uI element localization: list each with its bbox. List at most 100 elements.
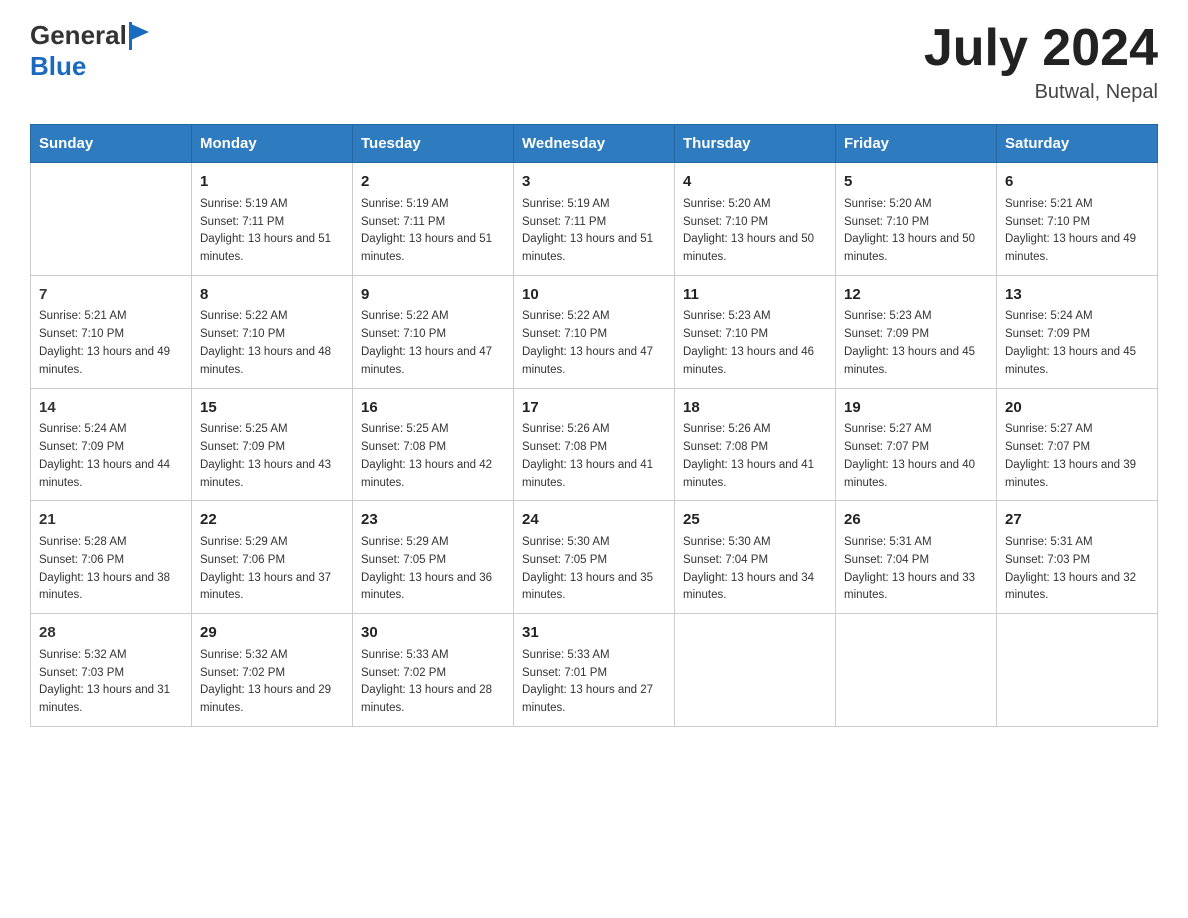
col-friday: Friday [836,125,997,163]
calendar-cell-w1-d5: 4Sunrise: 5:20 AMSunset: 7:10 PMDaylight… [675,163,836,276]
calendar-cell-w3-d1: 14Sunrise: 5:24 AMSunset: 7:09 PMDayligh… [31,388,192,501]
calendar-cell-w2-d2: 8Sunrise: 5:22 AMSunset: 7:10 PMDaylight… [192,275,353,388]
day-number: 24 [522,509,666,532]
day-info: Sunrise: 5:33 AMSunset: 7:02 PMDaylight:… [361,647,505,718]
day-number: 26 [844,509,988,532]
day-number: 10 [522,284,666,307]
day-info: Sunrise: 5:21 AMSunset: 7:10 PMDaylight:… [1005,196,1149,267]
day-info: Sunrise: 5:29 AMSunset: 7:06 PMDaylight:… [200,534,344,605]
col-monday: Monday [192,125,353,163]
day-info: Sunrise: 5:21 AMSunset: 7:10 PMDaylight:… [39,308,183,379]
calendar-cell-w1-d4: 3Sunrise: 5:19 AMSunset: 7:11 PMDaylight… [514,163,675,276]
day-info: Sunrise: 5:19 AMSunset: 7:11 PMDaylight:… [361,196,505,267]
day-number: 30 [361,622,505,645]
day-info: Sunrise: 5:22 AMSunset: 7:10 PMDaylight:… [200,308,344,379]
title-section: July 2024 Butwal, Nepal [924,20,1158,104]
day-info: Sunrise: 5:30 AMSunset: 7:04 PMDaylight:… [683,534,827,605]
calendar-cell-w4-d2: 22Sunrise: 5:29 AMSunset: 7:06 PMDayligh… [192,501,353,614]
calendar-cell-w4-d5: 25Sunrise: 5:30 AMSunset: 7:04 PMDayligh… [675,501,836,614]
day-number: 18 [683,397,827,420]
col-thursday: Thursday [675,125,836,163]
calendar-cell-w4-d6: 26Sunrise: 5:31 AMSunset: 7:04 PMDayligh… [836,501,997,614]
day-info: Sunrise: 5:20 AMSunset: 7:10 PMDaylight:… [683,196,827,267]
day-info: Sunrise: 5:24 AMSunset: 7:09 PMDaylight:… [39,421,183,492]
day-info: Sunrise: 5:31 AMSunset: 7:03 PMDaylight:… [1005,534,1149,605]
day-number: 15 [200,397,344,420]
day-number: 7 [39,284,183,307]
day-info: Sunrise: 5:29 AMSunset: 7:05 PMDaylight:… [361,534,505,605]
col-sunday: Sunday [31,125,192,163]
calendar-cell-w3-d7: 20Sunrise: 5:27 AMSunset: 7:07 PMDayligh… [997,388,1158,501]
calendar-cell-w2-d5: 11Sunrise: 5:23 AMSunset: 7:10 PMDayligh… [675,275,836,388]
calendar-cell-w1-d7: 6Sunrise: 5:21 AMSunset: 7:10 PMDaylight… [997,163,1158,276]
calendar-cell-w2-d1: 7Sunrise: 5:21 AMSunset: 7:10 PMDaylight… [31,275,192,388]
calendar-cell-w3-d2: 15Sunrise: 5:25 AMSunset: 7:09 PMDayligh… [192,388,353,501]
logo: General Blue [30,20,151,82]
calendar-cell-w5-d2: 29Sunrise: 5:32 AMSunset: 7:02 PMDayligh… [192,614,353,727]
day-info: Sunrise: 5:23 AMSunset: 7:10 PMDaylight:… [683,308,827,379]
day-number: 22 [200,509,344,532]
day-info: Sunrise: 5:25 AMSunset: 7:08 PMDaylight:… [361,421,505,492]
day-info: Sunrise: 5:19 AMSunset: 7:11 PMDaylight:… [522,196,666,267]
col-saturday: Saturday [997,125,1158,163]
day-info: Sunrise: 5:27 AMSunset: 7:07 PMDaylight:… [1005,421,1149,492]
month-year-title: July 2024 [924,20,1158,77]
calendar-cell-w3-d3: 16Sunrise: 5:25 AMSunset: 7:08 PMDayligh… [353,388,514,501]
calendar-cell-w5-d3: 30Sunrise: 5:33 AMSunset: 7:02 PMDayligh… [353,614,514,727]
calendar-cell-w4-d3: 23Sunrise: 5:29 AMSunset: 7:05 PMDayligh… [353,501,514,614]
day-number: 21 [39,509,183,532]
day-number: 17 [522,397,666,420]
day-number: 28 [39,622,183,645]
day-info: Sunrise: 5:33 AMSunset: 7:01 PMDaylight:… [522,647,666,718]
calendar-cell-w3-d4: 17Sunrise: 5:26 AMSunset: 7:08 PMDayligh… [514,388,675,501]
day-number: 25 [683,509,827,532]
day-number: 6 [1005,171,1149,194]
calendar-cell-w1-d1 [31,163,192,276]
day-number: 20 [1005,397,1149,420]
calendar-cell-w5-d6 [836,614,997,727]
calendar-cell-w4-d1: 21Sunrise: 5:28 AMSunset: 7:06 PMDayligh… [31,501,192,614]
calendar-cell-w2-d7: 13Sunrise: 5:24 AMSunset: 7:09 PMDayligh… [997,275,1158,388]
day-info: Sunrise: 5:22 AMSunset: 7:10 PMDaylight:… [361,308,505,379]
calendar-cell-w2-d6: 12Sunrise: 5:23 AMSunset: 7:09 PMDayligh… [836,275,997,388]
calendar-cell-w1-d2: 1Sunrise: 5:19 AMSunset: 7:11 PMDaylight… [192,163,353,276]
day-info: Sunrise: 5:30 AMSunset: 7:05 PMDaylight:… [522,534,666,605]
day-info: Sunrise: 5:27 AMSunset: 7:07 PMDaylight:… [844,421,988,492]
day-number: 12 [844,284,988,307]
day-info: Sunrise: 5:32 AMSunset: 7:02 PMDaylight:… [200,647,344,718]
week-row-2: 7Sunrise: 5:21 AMSunset: 7:10 PMDaylight… [31,275,1158,388]
calendar-cell-w4-d7: 27Sunrise: 5:31 AMSunset: 7:03 PMDayligh… [997,501,1158,614]
calendar-table: Sunday Monday Tuesday Wednesday Thursday… [30,124,1158,727]
day-number: 2 [361,171,505,194]
calendar-cell-w3-d5: 18Sunrise: 5:26 AMSunset: 7:08 PMDayligh… [675,388,836,501]
day-number: 1 [200,171,344,194]
logo-flag-icon [129,22,151,50]
logo-general-text: General [30,20,127,51]
day-number: 5 [844,171,988,194]
day-number: 29 [200,622,344,645]
calendar-cell-w2-d3: 9Sunrise: 5:22 AMSunset: 7:10 PMDaylight… [353,275,514,388]
calendar-cell-w1-d6: 5Sunrise: 5:20 AMSunset: 7:10 PMDaylight… [836,163,997,276]
day-info: Sunrise: 5:19 AMSunset: 7:11 PMDaylight:… [200,196,344,267]
week-row-4: 21Sunrise: 5:28 AMSunset: 7:06 PMDayligh… [31,501,1158,614]
calendar-cell-w3-d6: 19Sunrise: 5:27 AMSunset: 7:07 PMDayligh… [836,388,997,501]
day-info: Sunrise: 5:31 AMSunset: 7:04 PMDaylight:… [844,534,988,605]
day-number: 11 [683,284,827,307]
day-info: Sunrise: 5:26 AMSunset: 7:08 PMDaylight:… [522,421,666,492]
calendar-cell-w5-d1: 28Sunrise: 5:32 AMSunset: 7:03 PMDayligh… [31,614,192,727]
day-number: 9 [361,284,505,307]
page-header: General Blue July 2024 Butwal, Nepal [30,20,1158,104]
calendar-cell-w1-d3: 2Sunrise: 5:19 AMSunset: 7:11 PMDaylight… [353,163,514,276]
week-row-5: 28Sunrise: 5:32 AMSunset: 7:03 PMDayligh… [31,614,1158,727]
logo-blue-text: Blue [30,51,86,82]
day-info: Sunrise: 5:26 AMSunset: 7:08 PMDaylight:… [683,421,827,492]
col-tuesday: Tuesday [353,125,514,163]
day-number: 4 [683,171,827,194]
calendar-cell-w5-d5 [675,614,836,727]
day-number: 3 [522,171,666,194]
week-row-3: 14Sunrise: 5:24 AMSunset: 7:09 PMDayligh… [31,388,1158,501]
day-number: 16 [361,397,505,420]
day-info: Sunrise: 5:25 AMSunset: 7:09 PMDaylight:… [200,421,344,492]
day-number: 27 [1005,509,1149,532]
calendar-cell-w2-d4: 10Sunrise: 5:22 AMSunset: 7:10 PMDayligh… [514,275,675,388]
